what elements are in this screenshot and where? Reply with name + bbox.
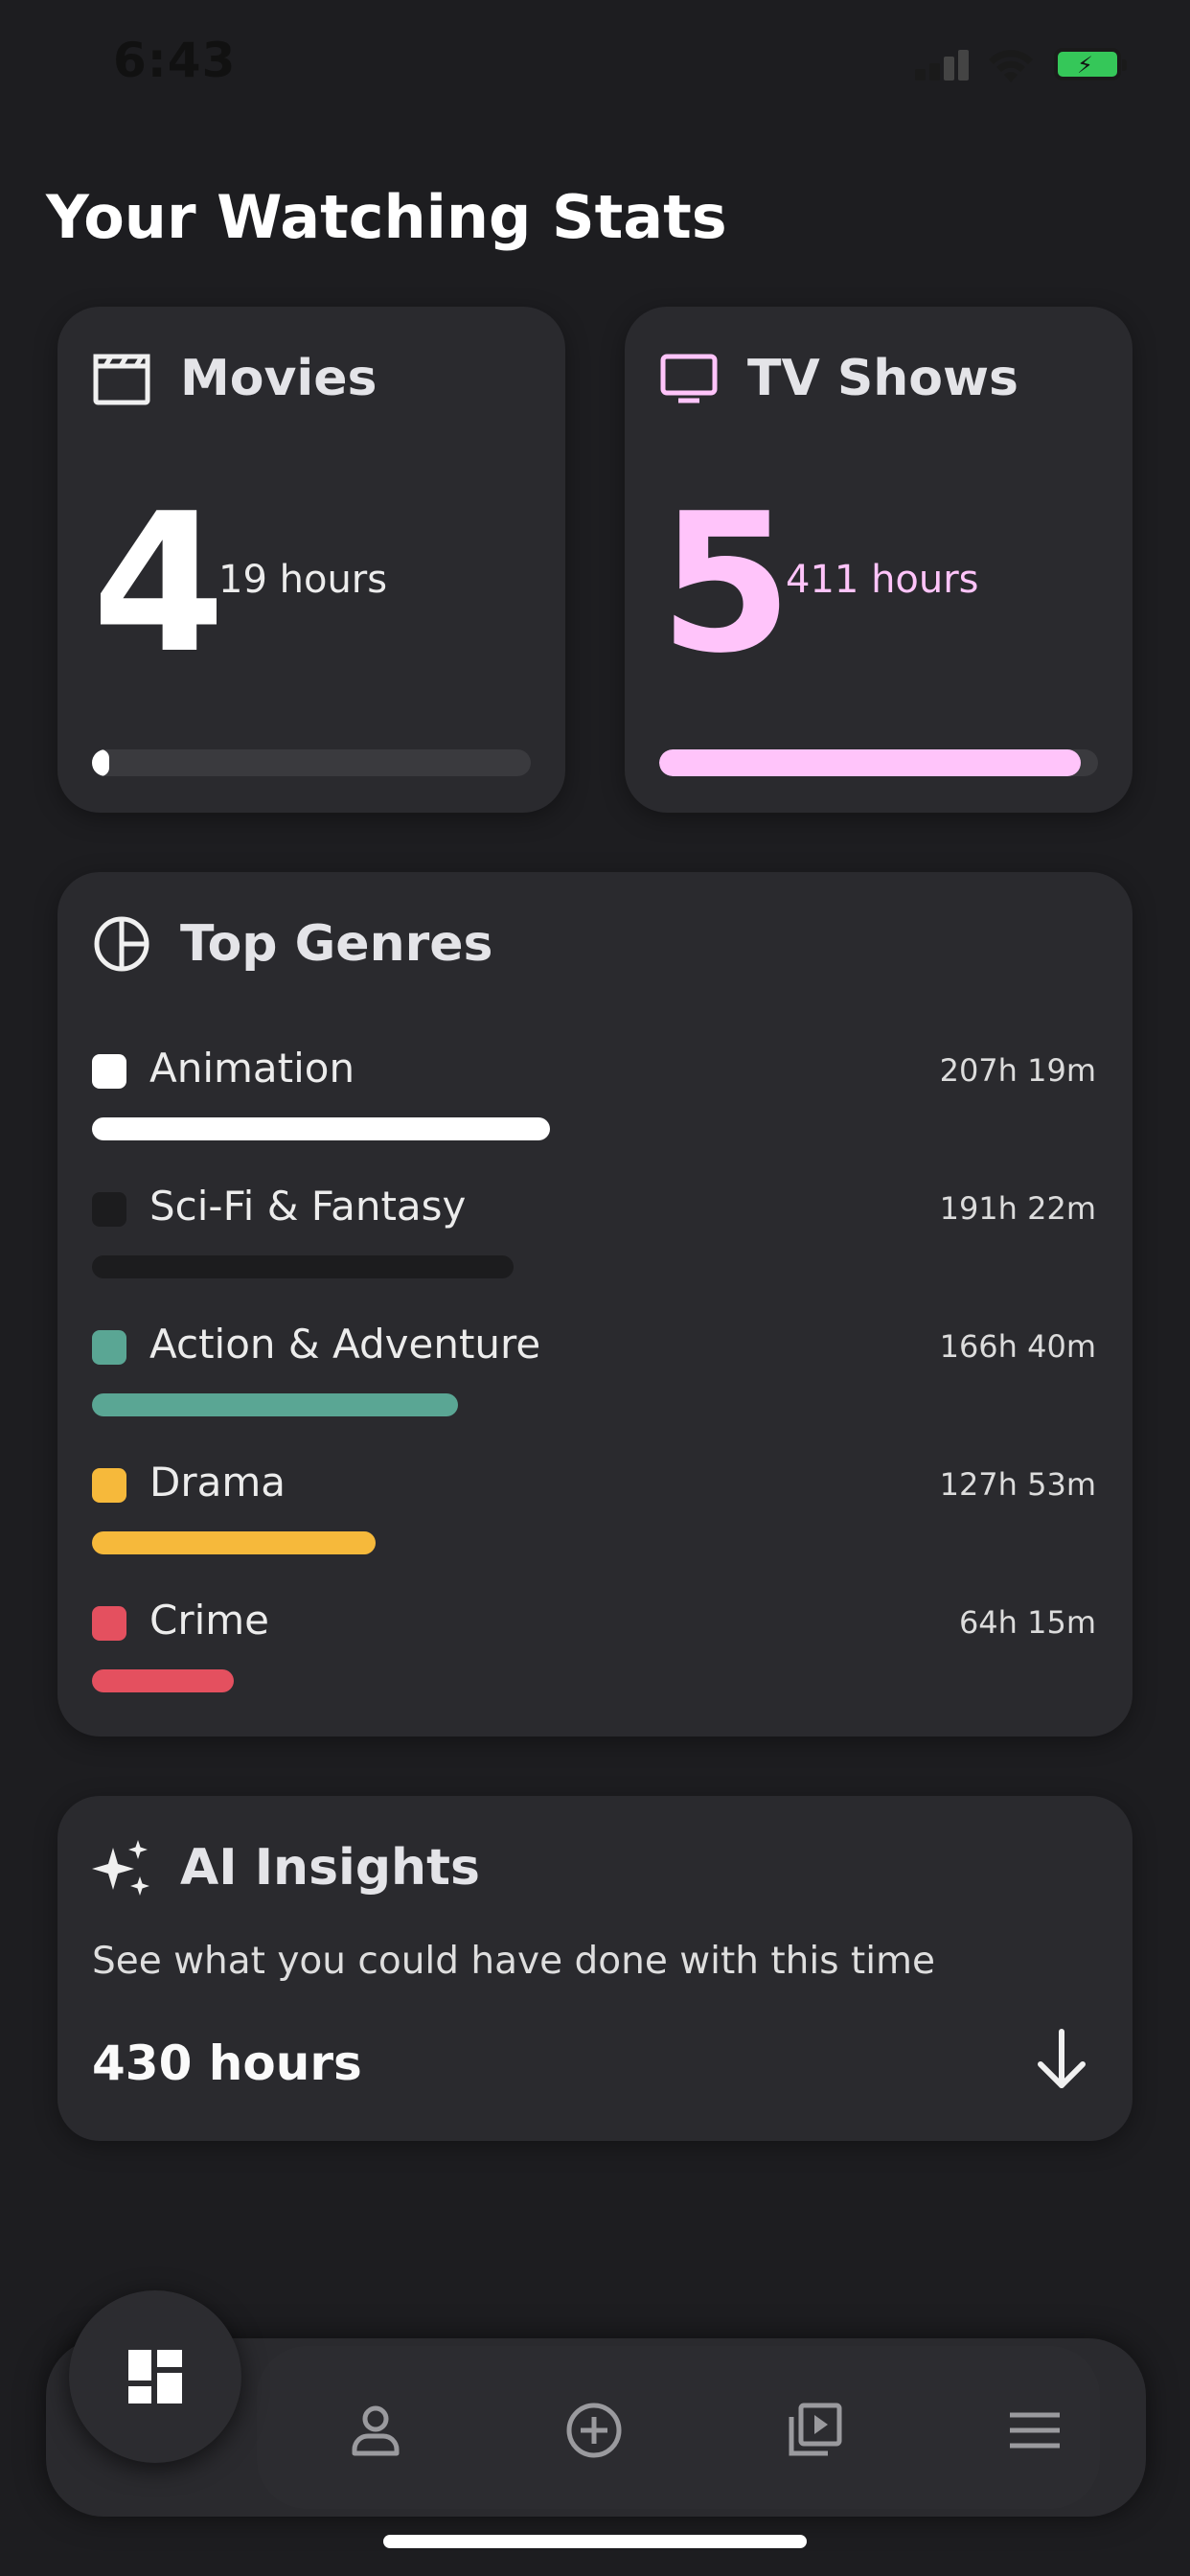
add-icon[interactable] [565,2402,623,2459]
clapperboard-icon [93,354,150,405]
genre-bar [92,1117,550,1140]
dashboard-button[interactable] [69,2290,241,2463]
ai-insights-card[interactable]: AI Insights See what you could have done… [57,1796,1133,2141]
library-icon[interactable] [786,2402,843,2459]
genre-time: 207h 19m [939,1052,1096,1089]
genre-row: Sci-Fi & Fantasy 191h 22m [92,1181,1096,1315]
ai-insights-title: AI Insights [180,1839,480,1897]
genre-row: Animation 207h 19m [92,1043,1096,1177]
profile-icon[interactable] [347,2402,404,2459]
menu-icon[interactable] [1006,2402,1064,2459]
genre-time: 127h 53m [939,1466,1096,1503]
top-genres-title: Top Genres [180,915,493,973]
genre-bar [92,1393,458,1416]
genre-name: Action & Adventure [149,1321,541,1368]
genre-row: Action & Adventure 166h 40m [92,1319,1096,1453]
screen: 6:43 ⚡ Your Watching Stats Movies 4 19 h… [0,0,1190,2576]
genre-color-swatch [92,1468,126,1503]
tv-shows-hours: 411 hours [786,558,979,602]
ai-insights-total-hours: 430 hours [92,2036,362,2091]
movies-count: 4 [92,472,226,696]
dashboard-icon [128,2350,182,2404]
status-time: 6:43 [113,33,237,88]
genre-time: 191h 22m [939,1190,1096,1227]
movies-progress-fill [92,749,110,776]
battery-icon: ⚡ [1054,48,1127,80]
home-indicator [383,2535,807,2548]
genre-name: Sci-Fi & Fantasy [149,1183,467,1230]
tv-shows-progress-fill [659,749,1081,776]
movies-hours: 19 hours [218,558,388,602]
genre-name: Drama [149,1459,286,1506]
movies-card[interactable]: Movies 4 19 hours [57,307,565,813]
genre-row: Drama 127h 53m [92,1457,1096,1591]
tv-icon [660,354,718,403]
movies-label: Movies [180,350,378,407]
top-genres-card: Top Genres Animation 207h 19m Sci-Fi & Fan… [57,872,1133,1736]
genre-bar [92,1531,376,1554]
genre-name: Crime [149,1597,270,1644]
genre-bar [92,1669,234,1692]
status-bar: 6:43 ⚡ [0,0,1190,134]
tv-shows-card[interactable]: TV Shows 5 411 hours [625,307,1133,813]
ai-insights-description: See what you could have done with this t… [92,1940,936,1983]
genre-bar [92,1255,514,1278]
movies-progress-track [92,749,531,776]
page-title: Your Watching Stats [46,182,727,252]
genre-name: Animation [149,1045,355,1092]
tv-shows-progress-track [659,749,1098,776]
arrow-down-icon[interactable] [1033,2026,1090,2093]
genre-color-swatch [92,1606,126,1641]
genre-color-swatch [92,1330,126,1365]
genre-row: Crime 64h 15m [92,1595,1096,1729]
genre-time: 64h 15m [958,1604,1096,1641]
tv-shows-count: 5 [659,472,793,696]
pie-chart-icon [94,916,149,972]
wifi-icon [989,50,1033,82]
cellular-signal-icon [915,50,969,80]
sparkles-icon [92,1840,149,1896]
genre-color-swatch [92,1192,126,1227]
tv-shows-label: TV Shows [747,350,1019,407]
genre-color-swatch [92,1054,126,1089]
genre-time: 166h 40m [939,1328,1096,1365]
